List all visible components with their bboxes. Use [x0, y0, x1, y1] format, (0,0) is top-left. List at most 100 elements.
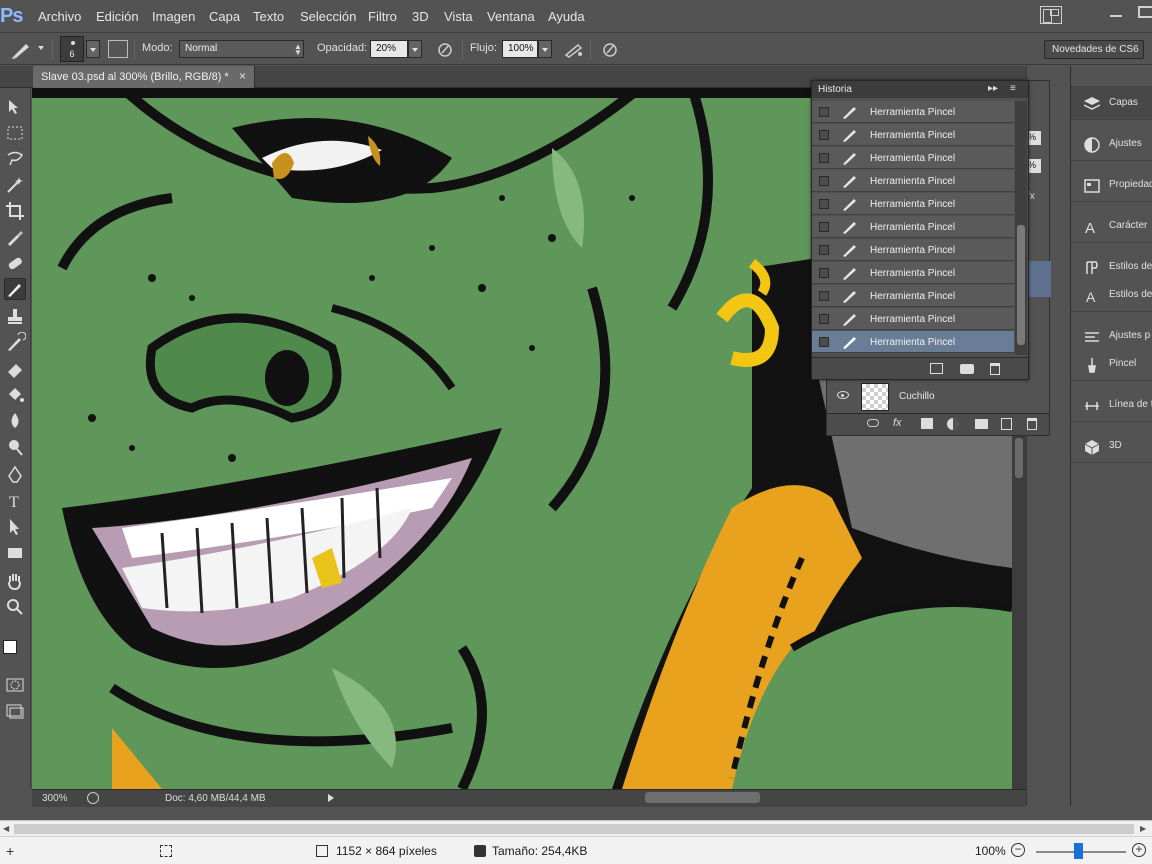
type-tool-icon[interactable]: T	[4, 490, 26, 512]
healing-brush-icon[interactable]	[4, 252, 26, 274]
path-selection-icon[interactable]	[4, 516, 26, 538]
layer-row-cuchillo[interactable]: Cuchillo	[827, 381, 1027, 413]
layers-opacity-value[interactable]: %	[1027, 131, 1041, 145]
dock-item-pincel[interactable]: Pincel	[1071, 347, 1152, 381]
screen-mode-icon[interactable]	[4, 700, 26, 722]
zoom-level[interactable]: 300%	[42, 793, 68, 804]
menu-ayuda[interactable]: Ayuda	[548, 9, 585, 24]
eyedropper-icon[interactable]	[4, 226, 26, 248]
panel-collapse-icon[interactable]: ▸▸	[988, 83, 998, 94]
delete-layer-icon[interactable]	[1027, 418, 1037, 430]
layer-style-fx-icon[interactable]: fx	[893, 417, 902, 429]
menu-3d[interactable]: 3D	[412, 9, 429, 24]
eraser-icon[interactable]	[4, 358, 26, 380]
dock-item-3d[interactable]: 3D	[1071, 429, 1152, 463]
history-item[interactable]: Herramienta Pincel	[812, 124, 1014, 146]
blur-tool-icon[interactable]	[4, 410, 26, 432]
history-checkbox[interactable]	[819, 314, 829, 324]
history-item[interactable]: Herramienta Pincel	[812, 239, 1014, 261]
zoom-in-icon[interactable]: +	[1132, 843, 1146, 857]
scroll-right-icon[interactable]: ▶	[1140, 824, 1146, 833]
brush-size-picker[interactable]: 6	[60, 36, 84, 62]
brush-panel-toggle-icon[interactable]	[108, 40, 128, 58]
layer-selected-strip[interactable]	[1027, 261, 1051, 297]
opacity-input[interactable]: 20%	[370, 40, 408, 58]
history-checkbox[interactable]	[819, 222, 829, 232]
status-menu-arrow-icon[interactable]	[328, 794, 334, 802]
history-item[interactable]: Herramienta Pincel	[812, 170, 1014, 192]
vertical-scroll-thumb[interactable]	[1015, 438, 1023, 478]
menu-filtro[interactable]: Filtro	[368, 9, 397, 24]
status-info-icon[interactable]	[87, 792, 99, 804]
panel-menu-icon[interactable]: ≡	[1010, 83, 1016, 94]
horizontal-scroll-thumb[interactable]	[645, 792, 760, 803]
paint-bucket-icon[interactable]	[4, 384, 26, 406]
foreground-color-swatch[interactable]	[3, 640, 17, 654]
dock-item-caracter[interactable]: A Carácter	[1071, 209, 1152, 243]
menu-vista[interactable]: Vista	[444, 9, 473, 24]
delete-state-icon[interactable]	[990, 363, 1000, 375]
rectangle-tool-icon[interactable]	[4, 542, 26, 564]
pressure-size-icon[interactable]	[601, 42, 619, 58]
viewer-scroll-thumb[interactable]	[14, 824, 1134, 834]
dock-item-propiedades[interactable]: Propiedad	[1071, 168, 1152, 202]
history-checkbox[interactable]	[819, 268, 829, 278]
new-layer-icon[interactable]	[1001, 418, 1012, 430]
layer-mask-icon[interactable]	[921, 418, 933, 429]
add-icon[interactable]: +	[6, 843, 14, 859]
history-item[interactable]: Herramienta Pincel	[812, 193, 1014, 215]
history-scroll-thumb[interactable]	[1017, 225, 1025, 345]
workspace-layout-icon[interactable]	[1040, 6, 1062, 24]
brush-tool-icon[interactable]	[10, 40, 34, 60]
brush-tool-active-icon[interactable]	[4, 278, 26, 300]
history-brush-icon[interactable]	[4, 332, 26, 354]
zoom-slider-thumb[interactable]	[1074, 843, 1083, 859]
history-item-active[interactable]: Herramienta Pincel	[812, 331, 1014, 353]
history-checkbox[interactable]	[819, 337, 829, 347]
dock-item-estilos-caracter[interactable]: A Estilos de	[1071, 278, 1152, 312]
history-checkbox[interactable]	[819, 245, 829, 255]
flow-dropdown[interactable]	[538, 40, 552, 58]
maximize-icon[interactable]	[1138, 6, 1152, 18]
zoom-out-icon[interactable]: −	[1011, 843, 1025, 857]
lasso-tool-icon[interactable]	[4, 148, 26, 170]
document-tab[interactable]: Slave 03.psd al 300% (Brillo, RGB/8) *	[33, 66, 255, 88]
clone-stamp-icon[interactable]	[4, 306, 26, 328]
new-document-from-state-icon[interactable]	[930, 363, 943, 374]
flow-input[interactable]: 100%	[502, 40, 538, 58]
move-tool-icon[interactable]	[4, 96, 26, 118]
dock-item-linea-tiempo[interactable]: Línea de t	[1071, 388, 1152, 422]
scroll-left-icon[interactable]: ◀	[3, 824, 9, 833]
history-item[interactable]: Herramienta Pincel	[812, 101, 1014, 123]
menu-archivo[interactable]: Archivo	[38, 9, 81, 24]
layers-fill-value[interactable]: %	[1027, 159, 1041, 173]
mode-select[interactable]: Normal	[179, 40, 304, 58]
marquee-tool-icon[interactable]	[4, 122, 26, 144]
history-checkbox[interactable]	[819, 153, 829, 163]
history-item[interactable]: Herramienta Pincel	[812, 216, 1014, 238]
history-checkbox[interactable]	[819, 176, 829, 186]
menu-imagen[interactable]: Imagen	[152, 9, 195, 24]
menu-edicion[interactable]: Edición	[96, 9, 139, 24]
airbrush-icon[interactable]	[564, 42, 584, 58]
history-item[interactable]: Herramienta Pincel	[812, 262, 1014, 284]
link-layers-icon[interactable]	[867, 419, 879, 427]
minimize-icon[interactable]	[1110, 15, 1122, 17]
workspace-button[interactable]: Novedades de CS6	[1044, 40, 1144, 59]
dodge-tool-icon[interactable]	[4, 436, 26, 458]
history-item[interactable]: Herramienta Pincel	[812, 147, 1014, 169]
dock-item-capas[interactable]: Capas	[1071, 86, 1152, 120]
history-item[interactable]: Herramienta Pincel	[812, 308, 1014, 330]
hand-tool-icon[interactable]	[4, 570, 26, 592]
menu-ventana[interactable]: Ventana	[487, 9, 535, 24]
history-checkbox[interactable]	[819, 291, 829, 301]
visibility-eye-icon[interactable]	[837, 391, 849, 399]
pressure-opacity-icon[interactable]	[436, 42, 454, 58]
new-group-icon[interactable]	[975, 419, 988, 429]
menu-capa[interactable]: Capa	[209, 9, 240, 24]
adjustment-layer-icon[interactable]	[947, 418, 959, 430]
tool-preset-chevron-icon[interactable]	[38, 46, 44, 50]
snapshot-camera-icon[interactable]	[960, 364, 974, 374]
history-scrollbar[interactable]	[1015, 101, 1027, 355]
viewer-horizontal-scrollbar[interactable]: ◀ ▶	[0, 820, 1152, 836]
